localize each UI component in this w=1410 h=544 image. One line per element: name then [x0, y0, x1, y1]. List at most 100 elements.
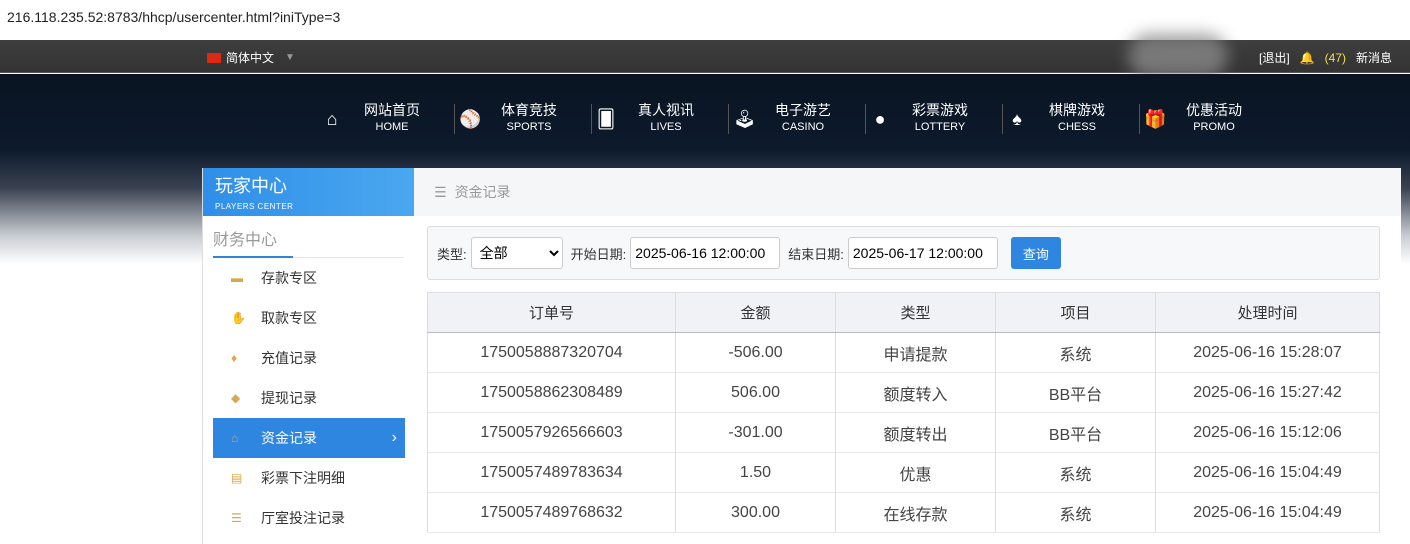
sidebar-subtitle: PLAYERS CENTER: [215, 202, 294, 211]
nav-sublabel: CHESS: [1058, 121, 1096, 133]
hand-money-icon: ✋: [231, 311, 246, 325]
redacted-username: [1128, 34, 1228, 78]
sidebar-item[interactable]: ⌂ 资金记录: [213, 418, 405, 458]
wallet-icon: ◆: [231, 391, 241, 405]
nav-sublabel: HOME: [375, 121, 409, 133]
sidebar-item-label: 充值记录: [261, 350, 317, 366]
sidebar-item[interactable]: ▤ 彩票下注明细: [213, 458, 405, 498]
table-cell: 额度转出: [835, 412, 996, 453]
logout-link[interactable]: [退出]: [1259, 49, 1290, 66]
table-cell: 1750057926566603: [427, 412, 676, 453]
sidebar-item[interactable]: ✋ 取款专区: [213, 298, 405, 338]
column-header: 项目: [995, 292, 1156, 333]
nav-item-home[interactable]: ⌂ 网站首页 HOME: [318, 102, 455, 134]
start-date-input[interactable]: [630, 237, 781, 269]
language-selector[interactable]: 简体中文 ▼: [207, 49, 295, 66]
cards-icon: 🂠: [596, 108, 616, 129]
main-nav: ⌂ 网站首页 HOME ⚾ 体育竞技 SPORTS 🂠 真人视讯 LIVES 🕹 电子游艺 CASIN…: [318, 102, 1277, 134]
breadcrumb-label: 资金记录: [454, 184, 511, 200]
money-bag-icon: ♦: [231, 351, 238, 365]
table-cell: 300.00: [675, 492, 836, 533]
table-cell: -506.00: [675, 332, 836, 373]
table-cell: 1.50: [675, 452, 836, 493]
table-cell: BB平台: [995, 372, 1156, 413]
sidebar-item[interactable]: ◆ 提现记录: [213, 378, 405, 418]
message-count[interactable]: (47): [1325, 51, 1346, 65]
sidebar: 玩家中心 PLAYERS CENTER 财务中心 ▬ 存款专区 ✋ 取款专区 ♦ 充值记录 ◆…: [202, 168, 414, 544]
nav-sublabel: LOTTERY: [914, 121, 966, 133]
nav-label: 真人视讯: [638, 102, 694, 118]
table-cell: 2025-06-16 15:27:42: [1155, 372, 1380, 413]
table-cell: 1750057489768632: [427, 492, 676, 533]
nav-item-lives[interactable]: 🂠 真人视讯 LIVES: [592, 102, 729, 134]
nav-item-lottery[interactable]: ● 彩票游戏 LOTTERY: [866, 102, 1003, 134]
table-cell: 额度转入: [835, 372, 996, 413]
table-cell: 1750058862308489: [427, 372, 676, 413]
table-cell: 系统: [995, 492, 1156, 533]
column-header: 类型: [835, 292, 996, 333]
sidebar-item[interactable]: ☰ 厅室投注记录: [213, 498, 405, 538]
home-icon: ⌂: [326, 108, 338, 129]
address-bar[interactable]: 216.118.235.52:8783/hhcp/usercenter.html…: [0, 0, 1410, 36]
top-bar: 简体中文 ▼ [退出] 🔔 (47) 新消息: [0, 34, 1410, 78]
fund-records-table: 订单号 金额 类型 项目 处理时间 1750058887320704 -506.00 申请提…: [427, 292, 1380, 533]
table-row: 1750058887320704 -506.00 申请提款 系统 2025-06-16 …: [427, 332, 1380, 373]
sidebar-item-label: 彩票下注明细: [261, 470, 345, 486]
end-date-label: 结束日期:: [788, 246, 844, 262]
nav-label: 彩票游戏: [912, 102, 968, 118]
table-cell: 系统: [995, 332, 1156, 373]
house-icon: ⌂: [231, 431, 239, 445]
nav-sublabel: SPORTS: [506, 121, 552, 133]
messages-link[interactable]: 新消息: [1356, 49, 1392, 66]
filter-bar: 类型: 全部 开始日期: 结束日期: 查询: [427, 226, 1380, 280]
nav-item-casino[interactable]: 🕹 电子游艺 CASINO: [729, 102, 866, 134]
table-cell: 2025-06-16 15:28:07: [1155, 332, 1380, 373]
sidebar-item[interactable]: ▬ 存款专区: [213, 258, 405, 298]
bell-icon[interactable]: 🔔: [1300, 51, 1315, 65]
table-cell: BB平台: [995, 412, 1156, 453]
sidebar-item[interactable]: ♦ 充值记录: [213, 338, 405, 378]
sidebar-item-label: 厅室投注记录: [261, 510, 345, 526]
menu-icon: ☰: [434, 183, 447, 200]
type-label: 类型:: [437, 246, 467, 262]
nav-item-sports[interactable]: ⚾ 体育竞技 SPORTS: [455, 102, 592, 134]
caret-down-icon: ▼: [285, 52, 295, 63]
nav-label: 体育竞技: [501, 102, 557, 118]
language-label: 简体中文: [226, 51, 275, 65]
china-flag-icon: [207, 52, 221, 63]
column-header: 订单号: [427, 292, 676, 333]
table-row: 1750057926566603 -301.00 额度转出 BB平台 2025-06-1…: [427, 412, 1380, 453]
table-cell: 申请提款: [835, 332, 996, 373]
table-cell: 1750057489783634: [427, 452, 676, 493]
ball-icon: ⚾: [459, 108, 482, 129]
table-cell: 506.00: [675, 372, 836, 413]
spade-icon: ♠: [1012, 108, 1022, 129]
column-header: 处理时间: [1155, 292, 1380, 333]
table-row: 1750057489768632 300.00 在线存款 系统 2025-06-16 1…: [427, 492, 1380, 533]
table-cell: 在线存款: [835, 492, 996, 533]
breadcrumb: ☰ 资金记录: [414, 168, 1401, 216]
nav-label: 电子游艺: [775, 102, 831, 118]
sidebar-item-label: 资金记录: [261, 430, 317, 446]
nav-sublabel: CASINO: [781, 121, 825, 133]
table-cell: 2025-06-16 15:04:49: [1155, 452, 1380, 493]
sidebar-item-label: 提现记录: [261, 390, 317, 406]
main-content: ☰ 资金记录 类型: 全部 开始日期: 结束日期: 查询 订单号金额类型项目处理时…: [414, 168, 1401, 544]
sidebar-title: 玩家中心: [215, 176, 287, 196]
type-select[interactable]: 全部: [470, 237, 563, 269]
nav-item-promo[interactable]: 🎁 优惠活动 PROMO: [1140, 102, 1277, 134]
table-cell: 优惠: [835, 452, 996, 493]
table-cell: 系统: [995, 452, 1156, 493]
table-cell: 2025-06-16 15:04:49: [1155, 492, 1380, 533]
nav-item-chess[interactable]: ♠ 棋牌游戏 CHESS: [1003, 102, 1140, 134]
joystick-icon: 🕹: [733, 108, 756, 129]
card-icon: ▬: [231, 271, 243, 285]
finance-section-title: 财务中心: [213, 226, 404, 258]
query-button[interactable]: 查询: [1010, 237, 1061, 269]
end-date-input[interactable]: [847, 237, 998, 269]
start-date-label: 开始日期:: [570, 246, 627, 262]
lottery-balls-icon: ●: [874, 108, 886, 129]
table-cell: 2025-06-16 15:12:06: [1155, 412, 1380, 453]
table-row: 1750057489783634 1.50 优惠 系统 2025-06-16 15:04…: [427, 452, 1380, 493]
nav-label: 棋牌游戏: [1049, 102, 1105, 118]
